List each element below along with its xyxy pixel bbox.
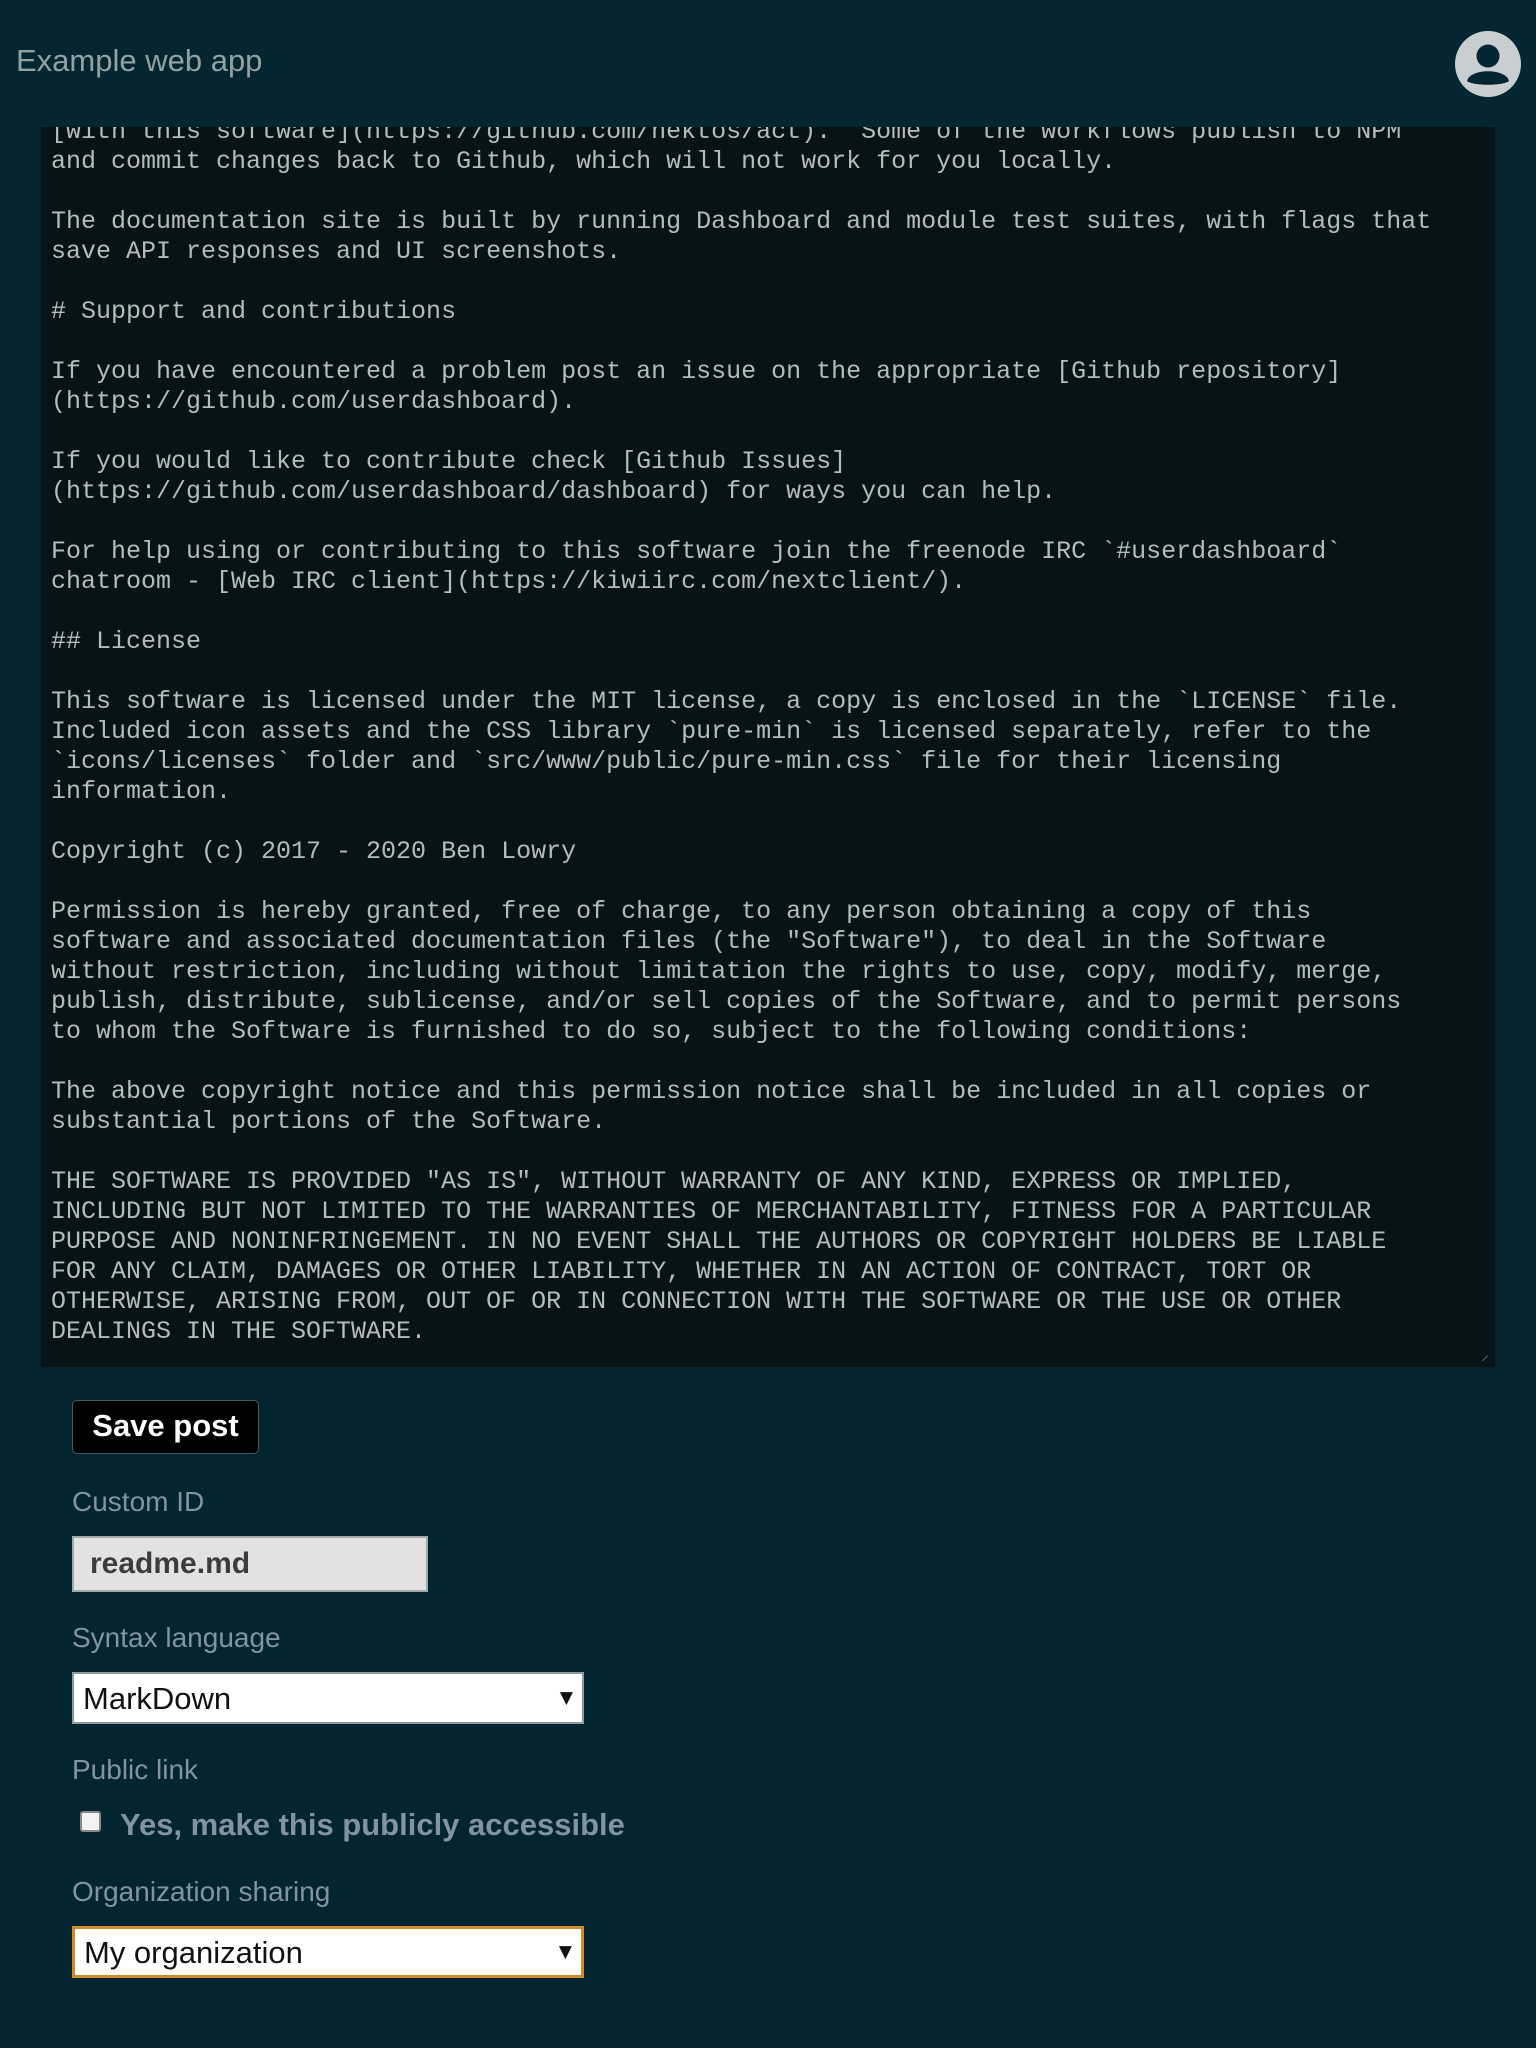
save-post-button[interactable]: Save post <box>72 1400 259 1454</box>
user-account-icon[interactable] <box>1455 31 1521 97</box>
dropdown-arrow-icon: ▼ <box>559 1688 573 1708</box>
public-link-checkbox-label[interactable]: Yes, make this publicly accessible <box>120 1807 625 1843</box>
public-link-checkbox[interactable] <box>80 1811 101 1832</box>
syntax-language-value: MarkDown <box>83 1681 232 1716</box>
syntax-language-label: Syntax language <box>72 1622 281 1653</box>
organization-sharing-label: Organization sharing <box>72 1876 331 1907</box>
custom-id-label: Custom ID <box>72 1486 205 1517</box>
custom-id-input[interactable] <box>72 1536 428 1592</box>
organization-sharing-value: My organization <box>84 1935 303 1970</box>
public-link-label: Public link <box>72 1754 199 1785</box>
app-title: Example web app <box>16 43 263 78</box>
resize-grip-icon[interactable]: ⸝ <box>1481 1347 1489 1363</box>
dropdown-arrow-icon: ▼ <box>558 1942 572 1962</box>
syntax-language-select[interactable]: MarkDown ▼ <box>72 1672 584 1724</box>
app-header: Example web app <box>0 0 1536 127</box>
organization-sharing-select[interactable]: My organization ▼ <box>72 1926 584 1978</box>
post-content-text[interactable]: [with this software](https://github.com/… <box>51 117 1431 1347</box>
post-content-editor[interactable]: [with this software](https://github.com/… <box>40 100 1496 1368</box>
